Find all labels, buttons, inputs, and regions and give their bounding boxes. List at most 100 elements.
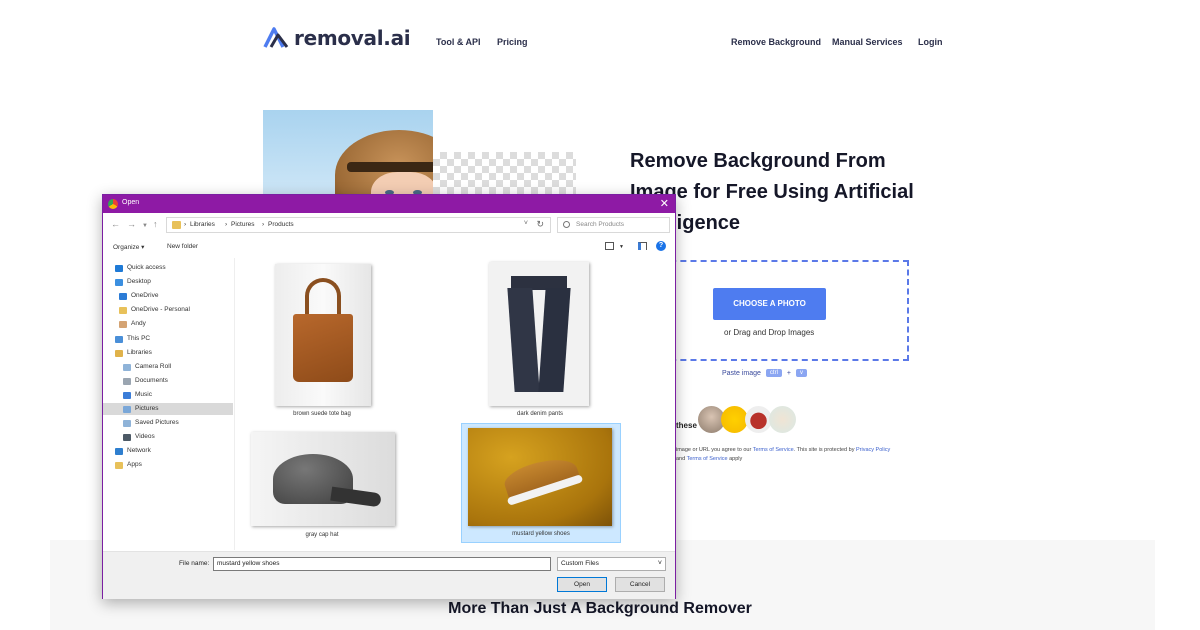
hero-image — [263, 110, 433, 200]
sample-image-dog[interactable] — [769, 406, 796, 433]
yellow-shoes-thumbnail — [468, 428, 612, 526]
network-icon — [115, 448, 123, 456]
sidebar-item-quick-access[interactable]: Quick access — [103, 262, 233, 274]
legal-prefix: image or URL you agree to our — [676, 447, 752, 453]
terms-link[interactable]: Terms of Service — [753, 447, 794, 453]
cloud-icon — [119, 293, 127, 301]
legal-apply: apply — [729, 456, 743, 462]
sidebar-item-label: Libraries — [127, 348, 152, 356]
sample-image-yellow[interactable] — [721, 406, 748, 433]
legal-text: image or URL you agree to our Terms of S… — [676, 446, 896, 464]
breadcrumb-libraries[interactable]: Libraries — [190, 221, 215, 228]
music-icon — [123, 391, 131, 399]
chrome-icon — [108, 199, 118, 209]
pc-icon — [115, 335, 123, 343]
dialog-footer: File name: mustard yellow shoes Custom F… — [103, 551, 675, 599]
samples-label: these — [676, 421, 697, 430]
breadcrumb-pictures[interactable]: Pictures — [231, 221, 254, 228]
terms-link-2[interactable]: Terms of Service — [687, 456, 728, 462]
sidebar-item-network[interactable]: Network — [103, 445, 233, 457]
open-file-dialog: Open ✕ ← → ▼ ↑ › Libraries › Pictures › … — [102, 194, 676, 599]
help-icon[interactable]: ? — [656, 241, 666, 251]
sidebar-item-videos[interactable]: Videos — [103, 431, 233, 443]
organize-button[interactable]: Organize ▾ — [113, 243, 144, 251]
documents-icon — [123, 377, 131, 385]
star-icon — [115, 265, 123, 272]
sidebar-item-saved-pictures[interactable]: Saved Pictures — [103, 417, 233, 429]
file-name-label: dark denim pants — [516, 411, 564, 417]
sidebar-item-apps[interactable]: Apps — [103, 459, 233, 471]
sidebar-item-label: Network — [127, 447, 151, 455]
dialog-toolbar: Organize ▾ New folder ▼ ? — [103, 237, 675, 257]
sample-image-backpack[interactable] — [745, 406, 772, 433]
transparency-checkerboard — [433, 152, 576, 200]
breadcrumb-products[interactable]: Products — [268, 221, 294, 228]
sidebar-item-desktop[interactable]: Desktop — [103, 276, 233, 288]
sidebar-item-documents[interactable]: Documents — [103, 375, 233, 387]
sidebar-item-label: Quick access — [127, 264, 166, 271]
preview-pane-icon[interactable] — [638, 242, 647, 250]
file-name-label: File name: — [179, 560, 210, 567]
folder-icon — [119, 307, 127, 315]
file-item-yellow-shoes[interactable]: mustard yellow shoes — [461, 423, 621, 543]
choose-photo-button[interactable]: CHOOSE A PHOTO — [713, 288, 826, 320]
cancel-button[interactable]: Cancel — [615, 577, 665, 592]
refresh-icon[interactable]: ↻ — [536, 219, 544, 230]
file-item-denim-pants[interactable]: dark denim pants — [465, 262, 595, 422]
file-item-tote-bag[interactable]: brown suede tote bag — [247, 262, 377, 422]
sidebar-item-pictures[interactable]: Pictures — [103, 403, 233, 415]
folder-icon — [172, 221, 181, 229]
library-folder-icon — [123, 363, 131, 371]
search-placeholder: Search Products — [576, 221, 625, 228]
sidebar-item-label: Documents — [135, 376, 168, 384]
up-arrow-icon[interactable]: ↑ — [153, 219, 158, 229]
view-menu-chevron-icon[interactable]: ▼ — [619, 244, 624, 250]
nav-login[interactable]: Login — [918, 37, 943, 47]
view-options-icon[interactable] — [605, 242, 614, 250]
v-key: v — [796, 369, 808, 377]
bag-body-shape — [293, 314, 353, 382]
sidebar-item-andy[interactable]: Andy — [103, 318, 233, 330]
sidebar-item-label: Desktop — [127, 278, 151, 286]
open-button[interactable]: Open — [557, 577, 607, 592]
sidebar-item-this-pc[interactable]: This PC — [103, 333, 233, 345]
denim-pants-thumbnail — [489, 262, 589, 406]
nav-remove-background[interactable]: Remove Background — [731, 37, 821, 47]
address-bar[interactable]: › Libraries › Pictures › Products ˅ ↻ — [166, 217, 551, 233]
brand-name: removal.ai — [294, 26, 411, 50]
chevron-down-icon[interactable]: ˅ — [524, 220, 528, 227]
file-type-select[interactable]: Custom Files ˅ — [557, 557, 666, 571]
dialog-title: Open — [122, 199, 140, 206]
plus-sign: + — [786, 369, 792, 377]
sidebar-item-onedrive-personal[interactable]: OneDrive - Personal — [103, 304, 233, 316]
sidebar-item-music[interactable]: Music — [103, 389, 233, 401]
file-name-input[interactable]: mustard yellow shoes — [213, 557, 551, 571]
forward-arrow-icon[interactable]: → — [127, 219, 136, 229]
privacy-link[interactable]: Privacy Policy — [856, 447, 890, 453]
close-icon[interactable]: ✕ — [660, 197, 669, 211]
sidebar-item-camera-roll[interactable]: Camera Roll — [103, 361, 233, 373]
sidebar-item-label: OneDrive — [131, 292, 159, 300]
nav-pricing[interactable]: Pricing — [497, 37, 528, 47]
back-arrow-icon[interactable]: ← — [111, 219, 120, 229]
address-row: ← → ▼ ↑ › Libraries › Pictures › Product… — [103, 213, 675, 237]
nav-tool-api[interactable]: Tool & API — [436, 37, 481, 47]
sidebar-item-label: Saved Pictures — [135, 419, 179, 427]
dialog-titlebar[interactable]: Open ✕ — [103, 195, 675, 213]
file-item-cap-hat[interactable]: gray cap hat — [247, 426, 397, 542]
new-folder-button[interactable]: New folder — [167, 243, 198, 250]
paste-hint: Paste image ctrl + v — [722, 369, 808, 377]
recent-locations-icon[interactable]: ▼ — [142, 221, 148, 231]
sidebar-item-label: Andy — [131, 320, 146, 328]
cap-hat-thumbnail — [251, 432, 395, 526]
file-name-label: mustard yellow shoes — [512, 531, 570, 537]
sidebar-item-libraries[interactable]: Libraries — [103, 347, 233, 359]
logo[interactable]: removal.ai — [262, 26, 411, 50]
logo-mark-icon — [263, 27, 289, 48]
nav-manual-services[interactable]: Manual Services — [832, 37, 903, 47]
file-name-label: gray cap hat — [305, 532, 339, 538]
sidebar-item-label: Apps — [127, 461, 142, 469]
sidebar-item-label: Videos — [135, 433, 155, 441]
search-input[interactable]: Search Products — [557, 217, 670, 233]
sidebar-item-onedrive[interactable]: OneDrive — [103, 290, 233, 302]
